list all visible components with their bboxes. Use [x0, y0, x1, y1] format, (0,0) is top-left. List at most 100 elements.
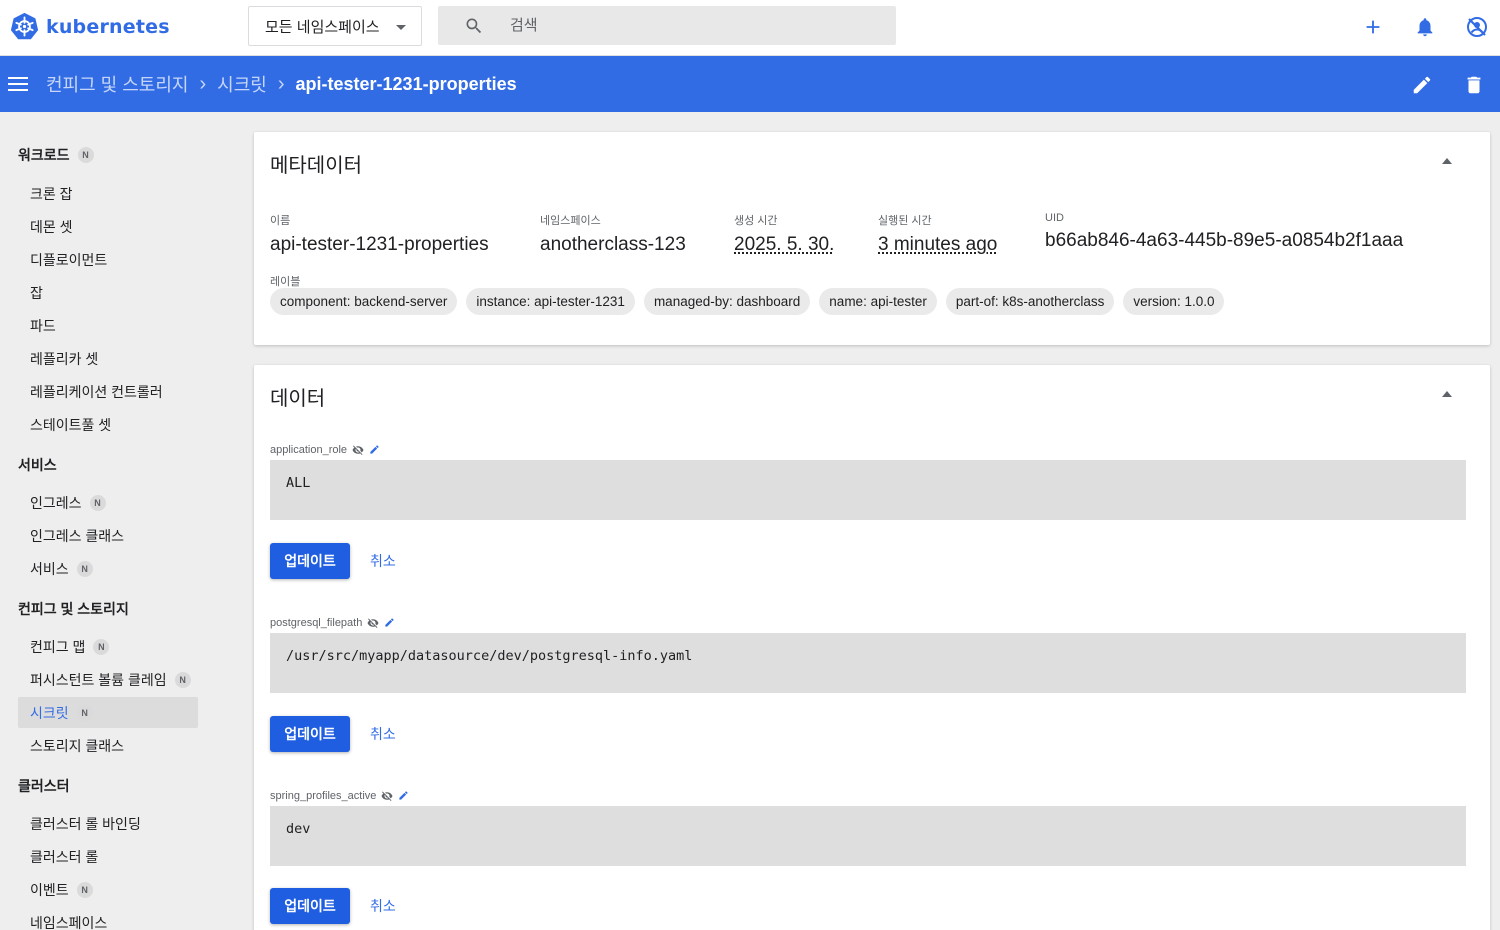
- breadcrumb-current: api-tester-1231-properties: [295, 73, 517, 94]
- sidebar-item-statefulsets[interactable]: 스테이트풀 셋: [18, 409, 198, 440]
- sidebar-item-storage-classes[interactable]: 스토리지 클래스: [18, 730, 198, 761]
- account-off-icon[interactable]: [1464, 14, 1490, 40]
- sidebar-item-cronjobs[interactable]: 크론 잡: [18, 178, 198, 209]
- sidebar-item-ingresses[interactable]: 인그레스 N: [18, 487, 198, 518]
- meta-label: 생성 시간: [734, 215, 778, 227]
- sidebar-item-replicasets[interactable]: 레플리카 셋: [18, 343, 198, 374]
- sidebar-item-cluster-role-bindings[interactable]: 클러스터 롤 바인딩: [18, 808, 198, 839]
- label-chip: component: backend-server: [270, 288, 458, 315]
- visibility-off-icon[interactable]: [381, 790, 393, 802]
- sidebar-item-label: 서비스: [30, 560, 69, 577]
- sidebar-item-pods[interactable]: 파드: [18, 310, 198, 341]
- data-key-label: postgresql_filepath: [270, 617, 363, 629]
- visibility-off-icon[interactable]: [367, 617, 379, 629]
- data-value-editor[interactable]: /usr/src/myapp/datasource/dev/postgresql…: [270, 633, 1466, 693]
- meta-field-uid: UID b66ab846-4a63-445b-89e5-a0854b2f1aaa: [1045, 212, 1403, 252]
- meta-field-created: 생성 시간 2025. 5. 30.: [734, 212, 834, 256]
- label-chip: version: 1.0.0: [1123, 288, 1225, 315]
- chevron-up-icon[interactable]: [1442, 391, 1452, 397]
- sidebar-item-pvcs[interactable]: 퍼시스턴트 볼륨 클레임 N: [18, 664, 198, 695]
- meta-field-age: 실행된 시간 3 minutes ago: [878, 212, 997, 256]
- search-input[interactable]: [510, 17, 870, 34]
- namespaced-badge: N: [77, 147, 94, 163]
- sidebar-item-services[interactable]: 서비스 N: [18, 553, 198, 584]
- meta-value: anotherclass-123: [540, 234, 686, 255]
- chevron-right-icon: ›: [199, 73, 207, 95]
- sidebar-item-label: 퍼시스턴트 볼륨 클레임: [30, 671, 167, 688]
- meta-value: api-tester-1231-properties: [270, 234, 489, 255]
- cancel-button[interactable]: 취소: [370, 716, 396, 752]
- metadata-title: 메타데이터: [270, 155, 362, 177]
- top-bar: kubernetes 모든 네임스페이스: [0, 0, 1500, 56]
- visibility-off-icon[interactable]: [352, 444, 364, 456]
- namespaced-badge: N: [76, 704, 93, 721]
- label-chips: component: backend-server instance: api-…: [270, 288, 1225, 315]
- kubernetes-logo[interactable]: kubernetes: [10, 12, 170, 41]
- update-button[interactable]: 업데이트: [270, 716, 350, 752]
- meta-value: b66ab846-4a63-445b-89e5-a0854b2f1aaa: [1045, 230, 1404, 251]
- kubernetes-logo-icon: [10, 12, 39, 40]
- edit-pencil-icon[interactable]: [384, 617, 396, 629]
- breadcrumb-link-config-storage[interactable]: 컨피그 및 스토리지: [46, 71, 188, 97]
- meta-label: 네임스페이스: [540, 215, 601, 227]
- sidebar-group-service[interactable]: 서비스: [18, 455, 57, 475]
- namespaced-badge: N: [89, 494, 106, 511]
- sidebar-item-label: 인그레스 클래스: [30, 527, 125, 544]
- bell-icon[interactable]: [1412, 14, 1438, 40]
- sidebar-group-label: 컨피그 및 스토리지: [18, 601, 129, 617]
- chevron-up-icon[interactable]: [1442, 158, 1452, 164]
- data-value-editor[interactable]: dev: [270, 806, 1466, 866]
- edit-pencil-icon[interactable]: [369, 444, 381, 456]
- update-button[interactable]: 업데이트: [270, 888, 350, 924]
- sidebar-item-label: 잡: [30, 284, 43, 301]
- sidebar-item-configmaps[interactable]: 컨피그 맵 N: [18, 631, 198, 662]
- data-title: 데이터: [270, 388, 326, 410]
- data-value-editor[interactable]: ALL: [270, 460, 1466, 520]
- label-chip: part-of: k8s-anotherclass: [945, 288, 1115, 315]
- sidebar-item-label: 스테이트풀 셋: [30, 416, 112, 433]
- sidebar-item-events[interactable]: 이벤트 N: [18, 874, 198, 905]
- sidebar-item-jobs[interactable]: 잡: [18, 277, 198, 308]
- sidebar: 워크로드 N 크론 잡 데몬 셋 디플로이먼트 잡 파드 레플리카 셋 레플리케…: [0, 112, 236, 930]
- sidebar-item-label: 레플리케이션 컨트롤러: [30, 383, 163, 400]
- plus-icon[interactable]: [1360, 14, 1386, 40]
- search-bar[interactable]: [438, 6, 896, 45]
- sidebar-item-cluster-roles[interactable]: 클러스터 롤: [18, 841, 198, 872]
- sidebar-group-label: 서비스: [18, 457, 57, 473]
- sidebar-group-config-storage[interactable]: 컨피그 및 스토리지: [18, 599, 129, 619]
- breadcrumb: 컨피그 및 스토리지 › 시크릿 › api-tester-1231-prope…: [46, 56, 517, 112]
- namespace-select[interactable]: 모든 네임스페이스: [248, 6, 422, 46]
- namespaced-badge: N: [76, 881, 93, 898]
- sidebar-group-label: 워크로드: [18, 147, 70, 163]
- sidebar-item-label: 컨피그 맵: [30, 638, 86, 655]
- sidebar-item-daemonsets[interactable]: 데몬 셋: [18, 211, 198, 242]
- data-card: 데이터 application_role ALL 업데이트 취소 postgre…: [254, 365, 1490, 930]
- sidebar-item-ingress-classes[interactable]: 인그레스 클래스: [18, 520, 198, 551]
- delete-icon[interactable]: [1462, 73, 1486, 97]
- labels-title: 레이블: [270, 276, 301, 288]
- menu-icon[interactable]: [8, 74, 30, 94]
- meta-value[interactable]: 3 minutes ago: [878, 234, 997, 256]
- update-button[interactable]: 업데이트: [270, 543, 350, 579]
- cancel-button[interactable]: 취소: [370, 543, 396, 579]
- cancel-button[interactable]: 취소: [370, 888, 396, 924]
- sidebar-item-label: 스토리지 클래스: [30, 737, 125, 754]
- data-entry-key: spring_profiles_active: [270, 790, 410, 802]
- edit-icon[interactable]: [1410, 73, 1434, 97]
- sidebar-item-secrets[interactable]: 시크릿 N: [18, 697, 198, 728]
- sidebar-item-deployments[interactable]: 디플로이먼트: [18, 244, 198, 275]
- resource-actions: [1410, 73, 1486, 97]
- sidebar-group-cluster[interactable]: 클러스터: [18, 776, 70, 796]
- breadcrumb-link-secrets[interactable]: 시크릿: [217, 71, 267, 97]
- sidebar-item-label: 인그레스: [30, 494, 82, 511]
- sidebar-item-namespaces[interactable]: 네임스페이스: [18, 907, 198, 930]
- data-entry-key: postgresql_filepath: [270, 617, 396, 629]
- sidebar-group-workloads[interactable]: 워크로드 N: [18, 145, 94, 165]
- meta-field-namespace: 네임스페이스 anotherclass-123: [540, 212, 686, 256]
- sidebar-item-replication-controllers[interactable]: 레플리케이션 컨트롤러: [18, 376, 198, 407]
- sidebar-item-label: 네임스페이스: [30, 914, 108, 930]
- meta-value[interactable]: 2025. 5. 30.: [734, 234, 834, 256]
- namespaced-badge: N: [76, 560, 93, 577]
- namespaced-badge: N: [93, 638, 110, 655]
- edit-pencil-icon[interactable]: [398, 790, 410, 802]
